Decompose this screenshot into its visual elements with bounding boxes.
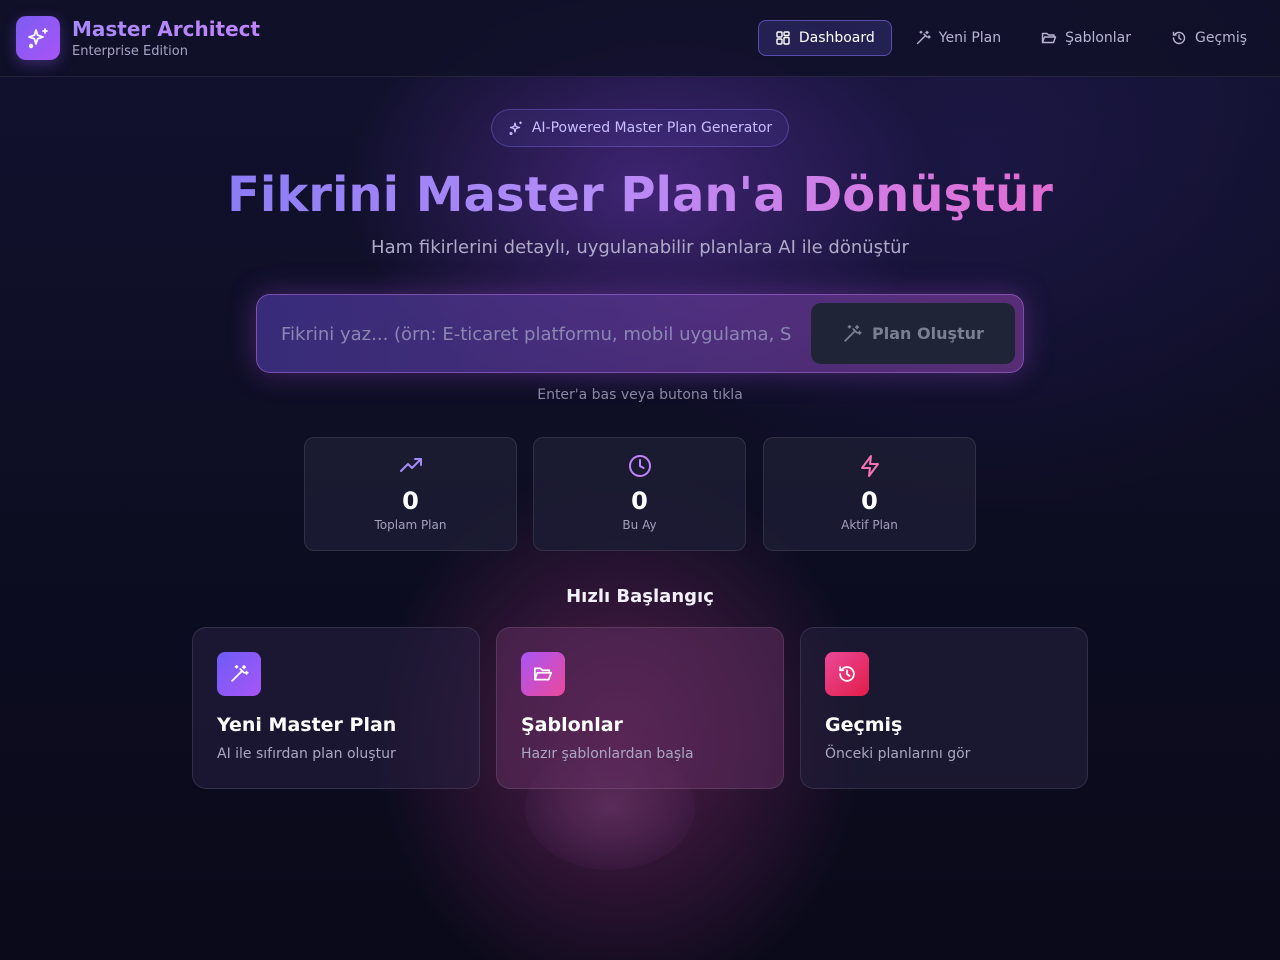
history-icon xyxy=(1172,31,1186,45)
stat-value: 0 xyxy=(631,487,648,515)
card-description: AI ile sıfırdan plan oluştur xyxy=(217,746,396,762)
trending-up-icon xyxy=(399,458,422,472)
magic-wand-icon xyxy=(916,30,931,45)
card-icon-box xyxy=(521,652,565,696)
hero-title-text: Fikrini Master Plan'a Dönüştür xyxy=(227,167,1053,223)
ai-badge: AI-Powered Master Plan Generator xyxy=(491,109,789,147)
sparkles-icon xyxy=(28,28,48,49)
quick-card-new-plan[interactable]: Yeni Master Plan AI ile sıfırdan plan ol… xyxy=(192,627,480,789)
nav-label: Geçmiş xyxy=(1195,30,1247,46)
main-nav: Dashboard Yeni Plan Şablonlar Geçmiş xyxy=(757,20,1264,56)
app-logo[interactable] xyxy=(16,16,60,60)
create-plan-button[interactable]: Plan Oluştur xyxy=(811,303,1015,364)
stat-value: 0 xyxy=(861,487,878,515)
stat-value: 0 xyxy=(402,487,419,515)
nav-sablonlar[interactable]: Şablonlar xyxy=(1024,20,1148,56)
hero-subtitle: Ham fikirlerini detaylı, uygulanabilir p… xyxy=(371,237,909,258)
nav-yeni-plan[interactable]: Yeni Plan xyxy=(898,20,1018,56)
brand-subtitle: Enterprise Edition xyxy=(72,44,188,59)
quick-card-templates[interactable]: Şablonlar Hazır şablonlardan başla xyxy=(496,627,784,789)
stat-card-active: 0 Aktif Plan xyxy=(763,437,976,551)
stat-card-month: 0 Bu Ay xyxy=(533,437,746,551)
card-title: Yeni Master Plan xyxy=(217,714,397,736)
sparkles-icon xyxy=(509,121,522,136)
quick-start-title: Hızlı Başlangıç xyxy=(566,586,714,607)
quick-card-history[interactable]: Geçmiş Önceki planlarını gör xyxy=(800,627,1088,789)
magic-wand-icon xyxy=(844,324,862,342)
card-icon-box xyxy=(825,652,869,696)
stat-label: Bu Ay xyxy=(622,518,657,532)
nav-dashboard[interactable]: Dashboard xyxy=(757,20,892,56)
card-description: Önceki planlarını gör xyxy=(825,746,971,762)
brand-title: Master Architect xyxy=(72,17,261,41)
nav-gecmis[interactable]: Geçmiş xyxy=(1154,20,1264,56)
card-title: Geçmiş xyxy=(825,714,903,736)
top-header: Master Architect Enterprise Edition Dash… xyxy=(0,0,1280,77)
folder-open-icon xyxy=(534,667,552,681)
main-content: AI-Powered Master Plan Generator Fikrini… xyxy=(0,77,1280,960)
nav-label: Şablonlar xyxy=(1065,30,1132,46)
clock-icon xyxy=(628,455,651,477)
card-description: Hazır şablonlardan başla xyxy=(521,746,694,762)
nav-label: Yeni Plan xyxy=(938,30,1002,46)
magic-wand-icon xyxy=(231,665,249,682)
card-icon-box xyxy=(217,652,261,696)
badge-text: AI-Powered Master Plan Generator xyxy=(531,120,773,136)
bolt-icon xyxy=(860,455,879,477)
grid-icon xyxy=(776,31,790,45)
stat-label: Toplam Plan xyxy=(374,518,447,532)
folder-open-icon xyxy=(1041,32,1057,44)
hero-title: Fikrini Master Plan'a Dönüştür xyxy=(0,165,1280,225)
history-icon xyxy=(839,666,855,682)
stat-label: Aktif Plan xyxy=(841,518,898,532)
card-title: Şablonlar xyxy=(521,714,623,736)
input-hint: Enter'a bas veya butona tıkla xyxy=(537,387,743,403)
idea-input-container: Plan Oluştur xyxy=(256,294,1024,373)
stat-card-total: 0 Toplam Plan xyxy=(304,437,517,551)
nav-label: Dashboard xyxy=(798,30,875,46)
idea-input[interactable] xyxy=(271,305,791,363)
create-plan-label: Plan Oluştur xyxy=(872,324,984,343)
